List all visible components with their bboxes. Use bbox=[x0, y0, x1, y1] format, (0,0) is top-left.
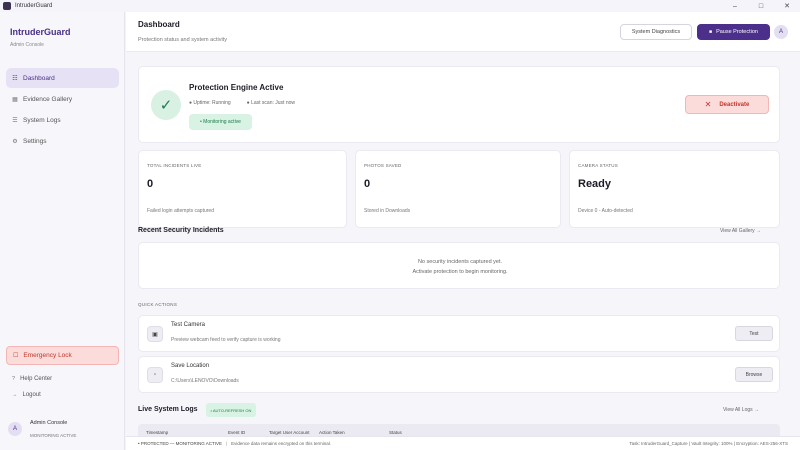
sidebar-item-label: System Logs bbox=[23, 116, 61, 124]
view-all-gallery-link[interactable]: View All Gallery → bbox=[720, 228, 761, 234]
view-all-logs-link[interactable]: View All Logs → bbox=[723, 407, 759, 413]
stat-description: Device 0 - Auto-detected bbox=[578, 208, 633, 214]
brand-name: IntruderGuard bbox=[10, 27, 71, 37]
quick-actions-label: QUICK ACTIONS bbox=[138, 302, 178, 307]
system-diagnostics-button[interactable]: System Diagnostics bbox=[620, 24, 692, 40]
uptime-text: ● Uptime: Running bbox=[189, 100, 231, 106]
status-bar: • PROTECTED — MONITORING ACTIVE | Eviden… bbox=[126, 436, 800, 450]
profile-info: Admin Console MONITORING ACTIVE bbox=[30, 420, 76, 438]
sidebar-item-system-logs[interactable]: ☰ System Logs bbox=[6, 110, 119, 130]
check-icon: ✓ bbox=[151, 90, 181, 120]
auto-refresh-badge: • AUTO-REFRESH ON bbox=[206, 403, 256, 417]
stat-label: TOTAL INCIDENTS LIVE bbox=[147, 163, 202, 168]
quick-action-title: Save Location bbox=[171, 363, 210, 369]
sidebar-item-dashboard[interactable]: ☷ Dashboard bbox=[6, 68, 119, 88]
gear-icon: ⚙ bbox=[12, 138, 18, 145]
pause-icon: ■ bbox=[709, 29, 713, 35]
engine-meta: ● Uptime: Running ● Last scan: Just now bbox=[189, 100, 311, 106]
sidebar-item-evidence-gallery[interactable]: ▦ Evidence Gallery bbox=[6, 89, 119, 109]
sidebar-nav: ☷ Dashboard ▦ Evidence Gallery ☰ System … bbox=[6, 68, 119, 152]
logs-table-header: Timestamp Event ID Target User Account A… bbox=[138, 424, 780, 436]
sidebar-item-settings[interactable]: ⚙ Settings bbox=[6, 131, 119, 151]
stat-description: Failed login attempts captured bbox=[147, 208, 214, 214]
encryption-note: Evidence data remains encrypted on this … bbox=[231, 441, 331, 446]
help-center-link[interactable]: ? Help Center bbox=[12, 376, 52, 382]
stat-value: Ready bbox=[578, 178, 612, 190]
grid-icon: ☷ bbox=[12, 75, 18, 82]
last-scan-text: ● Last scan: Just now bbox=[246, 100, 296, 106]
stat-value: 0 bbox=[147, 178, 154, 190]
browse-button[interactable]: Browse bbox=[735, 367, 773, 382]
column-header: Action Taken bbox=[319, 430, 345, 435]
quick-action-save-location: ▫ Save Location C:\Users\LENOVO\Download… bbox=[138, 356, 780, 393]
empty-state-line: Activate protection to begin monitoring. bbox=[412, 269, 508, 275]
window-title: IntruderGuard bbox=[15, 3, 53, 9]
maximize-icon[interactable]: □ bbox=[748, 0, 774, 12]
logout-link[interactable]: → Logout bbox=[12, 392, 41, 398]
close-icon: ✕ bbox=[704, 100, 712, 109]
monitoring-status-badge: • Monitoring active bbox=[189, 114, 252, 130]
stat-value: 0 bbox=[364, 178, 371, 190]
window-titlebar: IntruderGuard – □ ✕ bbox=[0, 0, 800, 12]
emergency-lock-label: Emergency Lock bbox=[23, 352, 72, 359]
quick-action-description: C:\Users\LENOVO\Downloads bbox=[171, 378, 239, 384]
profile-card[interactable]: A Admin Console MONITORING ACTIVE bbox=[6, 414, 121, 444]
sidebar-item-label: Evidence Gallery bbox=[23, 95, 73, 103]
incidents-empty-state: No security incidents captured yet. Acti… bbox=[138, 242, 780, 289]
engine-title: Protection Engine Active bbox=[189, 83, 284, 92]
main-content: Dashboard Protection status and system a… bbox=[126, 12, 800, 450]
pause-protection-button[interactable]: ■ Pause Protection bbox=[697, 24, 770, 40]
brand-subtitle: Admin Console bbox=[10, 42, 44, 48]
header-bar: Dashboard Protection status and system a… bbox=[126, 12, 800, 52]
folder-icon: ▫ bbox=[147, 367, 163, 383]
quick-action-title: Test Camera bbox=[171, 322, 206, 328]
image-icon: ▦ bbox=[12, 96, 18, 103]
empty-state-line: No security incidents captured yet. bbox=[417, 259, 503, 265]
column-header: Status bbox=[389, 430, 402, 435]
quick-action-test-camera: ▣ Test Camera Preview webcam feed to ver… bbox=[138, 315, 780, 352]
page-subtitle: Protection status and system activity bbox=[138, 37, 227, 43]
status-separator: | bbox=[226, 441, 228, 446]
deactivate-button[interactable]: ✕ Deactivate bbox=[685, 95, 769, 114]
page-title: Dashboard bbox=[138, 20, 180, 29]
column-header: Event ID bbox=[228, 430, 246, 435]
sidebar: IntruderGuard Admin Console ☷ Dashboard … bbox=[0, 12, 125, 450]
column-header: Timestamp bbox=[146, 430, 169, 435]
logout-icon: → bbox=[12, 392, 18, 398]
minimize-icon[interactable]: – bbox=[722, 0, 748, 12]
stat-card-incidents: TOTAL INCIDENTS LIVE 0 Failed login atte… bbox=[138, 150, 347, 228]
help-icon: ? bbox=[12, 376, 16, 382]
quick-action-description: Preview webcam feed to verify capture is… bbox=[171, 337, 281, 343]
window-controls: – □ ✕ bbox=[722, 0, 800, 12]
vault-status: Task: IntruderGuard_Capture | Vault Inte… bbox=[629, 441, 788, 446]
stat-label: PHOTOS SAVED bbox=[364, 163, 402, 168]
emergency-lock-button[interactable]: ☐ Emergency Lock bbox=[6, 346, 119, 365]
incidents-section-title: Recent Security Incidents bbox=[138, 227, 224, 234]
avatar[interactable]: A bbox=[774, 25, 788, 39]
avatar: A bbox=[8, 422, 22, 436]
close-icon[interactable]: ✕ bbox=[774, 0, 800, 12]
protection-state: • PROTECTED — MONITORING ACTIVE bbox=[138, 441, 222, 446]
help-center-label: Help Center bbox=[20, 376, 53, 382]
deactivate-label: Deactivate bbox=[719, 101, 750, 108]
logout-label: Logout bbox=[22, 392, 41, 398]
pause-protection-label: Pause Protection bbox=[716, 29, 758, 35]
stat-card-camera: CAMERA STATUS Ready Device 0 - Auto-dete… bbox=[569, 150, 780, 228]
logs-section-title: Live System Logs bbox=[138, 406, 198, 413]
camera-icon: ▣ bbox=[147, 326, 163, 342]
profile-name: Admin Console bbox=[30, 420, 68, 426]
profile-status: MONITORING ACTIVE bbox=[30, 433, 77, 438]
list-icon: ☰ bbox=[12, 117, 18, 124]
column-header: Target User Account bbox=[269, 430, 310, 435]
test-camera-button[interactable]: Test bbox=[735, 326, 773, 341]
protection-engine-card: ✓ Protection Engine Active ● Uptime: Run… bbox=[138, 66, 780, 143]
stat-card-photos: PHOTOS SAVED 0 Stored in Downloads bbox=[355, 150, 561, 228]
sidebar-item-label: Dashboard bbox=[23, 74, 55, 82]
stat-label: CAMERA STATUS bbox=[578, 163, 618, 168]
app-logo-icon bbox=[3, 2, 11, 10]
lock-icon: ☐ bbox=[13, 353, 19, 359]
sidebar-item-label: Settings bbox=[23, 137, 47, 145]
stat-description: Stored in Downloads bbox=[364, 208, 411, 214]
